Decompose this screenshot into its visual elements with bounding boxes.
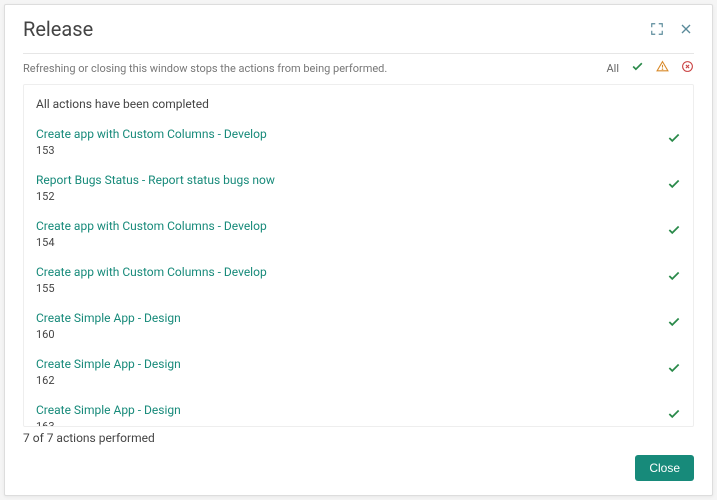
action-left: Create app with Custom Columns - Develop… [36, 219, 667, 249]
action-left: Report Bugs Status - Report status bugs … [36, 173, 667, 203]
action-title[interactable]: Report Bugs Status - Report status bugs … [36, 173, 667, 187]
checkmark-icon [667, 407, 681, 421]
checkmark-icon [667, 177, 681, 191]
action-id: 162 [36, 374, 667, 387]
action-row: Create app with Custom Columns - Develop… [24, 259, 693, 305]
header-icons [650, 21, 694, 37]
filter-error-icon[interactable] [681, 60, 694, 76]
checkmark-icon [667, 223, 681, 237]
action-title[interactable]: Create Simple App - Design [36, 403, 667, 417]
action-id: 154 [36, 236, 667, 249]
action-row: Create Simple App - Design 162 [24, 351, 693, 397]
action-id: 155 [36, 282, 667, 295]
action-left: Create Simple App - Design 163 [36, 403, 667, 427]
modal-header: Release [5, 5, 712, 53]
action-id: 163 [36, 420, 667, 427]
action-row: Create app with Custom Columns - Develop… [24, 213, 693, 259]
actions-list: Create app with Custom Columns - Develop… [24, 121, 693, 427]
action-left: Create Simple App - Design 162 [36, 357, 667, 387]
action-row: Report Bugs Status - Report status bugs … [24, 167, 693, 213]
action-title[interactable]: Create app with Custom Columns - Develop [36, 127, 667, 141]
action-id: 153 [36, 144, 667, 157]
close-button[interactable]: Close [635, 455, 694, 481]
filter-success-icon[interactable] [631, 60, 644, 76]
action-row: Create Simple App - Design 163 [24, 397, 693, 427]
checkmark-icon [667, 361, 681, 375]
action-left: Create app with Custom Columns - Develop… [36, 265, 667, 295]
release-modal: Release Refreshing or closing this windo… [4, 4, 713, 496]
list-container: All actions have been completed Create a… [5, 84, 712, 427]
filter-warning-icon[interactable] [656, 60, 669, 76]
action-id: 160 [36, 328, 667, 341]
completed-message: All actions have been completed [24, 97, 693, 121]
close-icon[interactable] [678, 21, 694, 37]
modal-title: Release [23, 17, 93, 41]
checkmark-icon [667, 315, 681, 329]
filter-icons: All [606, 60, 694, 76]
checkmark-icon [667, 131, 681, 145]
footer-buttons: Close [5, 445, 712, 495]
action-left: Create app with Custom Columns - Develop… [36, 127, 667, 157]
filter-all[interactable]: All [606, 62, 619, 75]
action-title[interactable]: Create Simple App - Design [36, 357, 667, 371]
list-inner: All actions have been completed Create a… [23, 84, 694, 427]
action-left: Create Simple App - Design 160 [36, 311, 667, 341]
action-id: 152 [36, 190, 667, 203]
filter-hint: Refreshing or closing this window stops … [23, 62, 387, 75]
action-title[interactable]: Create app with Custom Columns - Develop [36, 219, 667, 233]
footer-status: 7 of 7 actions performed [5, 427, 712, 445]
action-title[interactable]: Create app with Custom Columns - Develop [36, 265, 667, 279]
action-row: Create app with Custom Columns - Develop… [24, 121, 693, 167]
action-row: Create Simple App - Design 160 [24, 305, 693, 351]
action-title[interactable]: Create Simple App - Design [36, 311, 667, 325]
expand-icon[interactable] [650, 22, 664, 36]
filter-row: Refreshing or closing this window stops … [5, 54, 712, 84]
checkmark-icon [667, 269, 681, 283]
